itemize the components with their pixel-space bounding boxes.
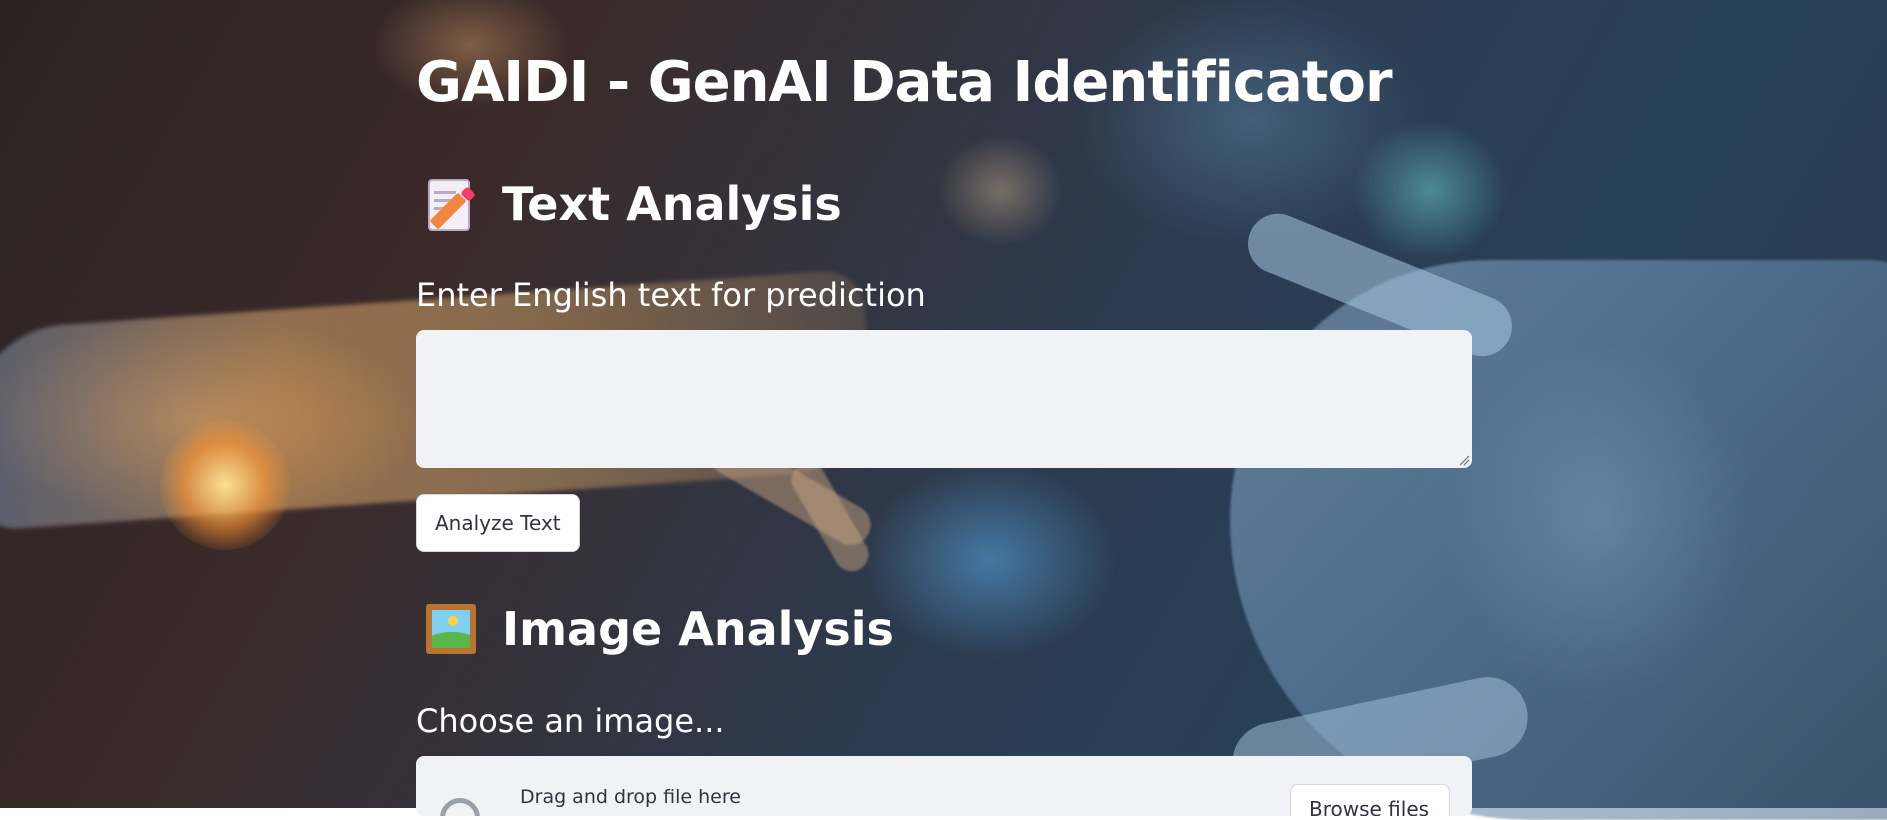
text-analysis-heading-label: Text Analysis	[502, 177, 842, 231]
memo-icon	[424, 177, 478, 231]
image-analysis-heading: Image Analysis	[424, 602, 894, 656]
drop-zone-text: Drag and drop file here	[520, 786, 741, 808]
image-file-uploader[interactable]: Drag and drop file here Browse files	[416, 756, 1472, 816]
text-input[interactable]	[416, 330, 1472, 468]
resize-grip-icon[interactable]	[1458, 454, 1470, 466]
robot-glow-decoration	[160, 420, 290, 550]
text-analysis-heading: Text Analysis	[424, 177, 842, 231]
framed-picture-icon	[424, 602, 478, 656]
image-uploader-label: Choose an image...	[416, 702, 725, 740]
analyze-text-button[interactable]: Analyze Text	[416, 494, 580, 552]
text-input-label: Enter English text for prediction	[416, 276, 926, 314]
cloud-upload-icon	[440, 798, 480, 816]
page-title: GAIDI - GenAI Data Identificator	[416, 50, 1393, 115]
browse-files-button[interactable]: Browse files	[1290, 784, 1450, 816]
image-analysis-heading-label: Image Analysis	[502, 602, 894, 656]
